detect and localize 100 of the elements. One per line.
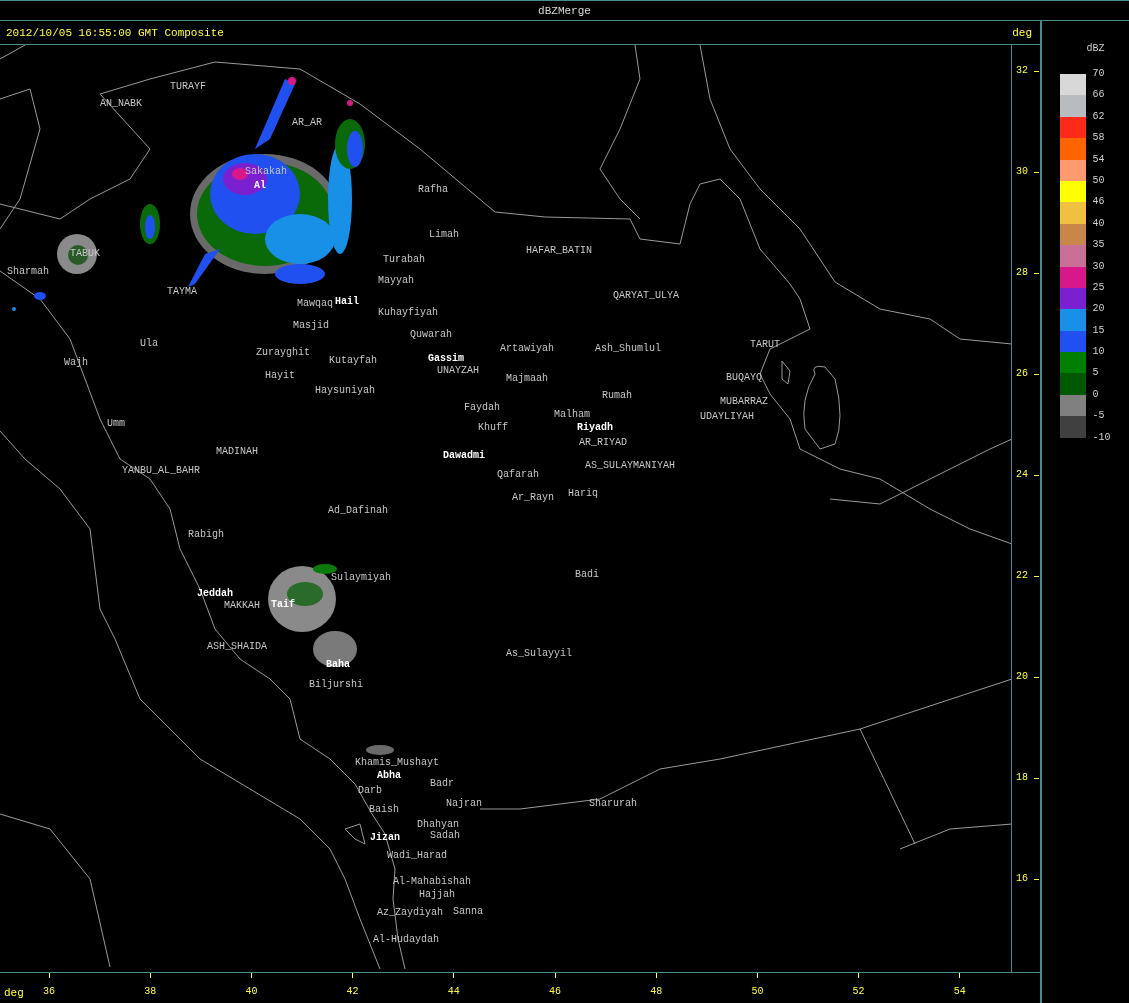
place-label: Dawadmi [443,450,485,461]
place-label: Limah [429,229,459,240]
place-label: MAKKAH [224,600,260,611]
axis-tick-label: 24 [1016,469,1028,481]
legend-label: 54 [1092,153,1106,167]
legend-title: dBZ [1086,43,1105,54]
axis-unit: deg [1012,26,1032,39]
place-label: Dhahyan [417,819,459,830]
axis-tick-label: 36 [43,986,55,997]
place-label: As_Sulayyil [506,648,572,659]
place-label: Turabah [383,254,425,265]
place-label: Hariq [568,488,598,499]
place-label: Badi [575,569,599,580]
place-label: Umm [107,418,125,429]
window-title: dBZMerge [538,4,591,17]
axis-tick-label: 50 [751,986,764,997]
place-label: Ula [140,338,158,349]
place-label: AN_NABK [100,98,142,109]
axis-tick-label: 16 [1016,873,1028,885]
place-label: Qafarah [497,469,539,480]
axis-tick-label: 26 [1016,368,1028,380]
legend-label: 5 [1092,367,1100,381]
place-label: Rumah [602,390,632,401]
legend-label: 25 [1092,281,1106,295]
place-label: AR_AR [292,117,322,128]
legend-label: 30 [1092,260,1106,274]
axis-tick-label: 22 [1016,570,1028,582]
legend-label: 46 [1092,196,1106,210]
place-label: Sharmah [7,266,49,277]
place-label: Abha [377,770,401,781]
axis-tick-label: 44 [447,986,460,997]
place-label: Malham [554,409,590,420]
place-label: Hajjah [419,889,455,900]
legend-label: 10 [1092,346,1106,360]
place-label: TURAYF [170,81,206,92]
place-label: Badr [430,778,454,789]
legend-label: -10 [1092,431,1111,445]
legend-label: 40 [1092,217,1106,231]
place-label: QARYAT_ULYA [613,290,679,301]
legend-label: 62 [1092,110,1106,124]
axis-tick-label: 20 [1016,671,1028,683]
place-label: Khuff [478,422,508,433]
place-label: Ash_Shumlul [595,343,661,354]
map-caption: 2012/10/05 16:55:00 GMT Composite [6,26,224,39]
place-label: Ad_Dafinah [328,505,388,516]
place-label: Jizan [370,832,400,843]
place-label: MADINAH [216,446,258,457]
place-label: TAYMA [167,286,197,297]
legend-label: 0 [1092,388,1100,402]
place-label: Rafha [418,184,448,195]
place-label: Gassim [428,353,464,364]
place-label: HAFAR_BATIN [526,245,592,256]
axis-tick-label: 38 [144,986,157,997]
place-label: Sulaymiyah [331,572,391,583]
place-label: Majmaah [506,373,548,384]
place-label: TARUT [750,339,780,350]
place-label: Baish [369,804,399,815]
legend-label: -5 [1092,410,1106,424]
axis-tick-label: 54 [953,986,966,997]
place-label: Najran [446,798,482,809]
place-label: Artawiyah [500,343,554,354]
axis-tick-label: 28 [1016,267,1028,279]
place-label: Mayyah [378,275,414,286]
place-label: AR_RIYAD [579,437,627,448]
legend-label: 70 [1092,68,1106,81]
place-label: Biljurshi [309,679,363,690]
place-label: Sadah [430,830,460,841]
place-label: Rabigh [188,529,224,540]
legend-label: 35 [1092,239,1106,253]
legend-label: 50 [1092,174,1106,188]
place-label: Al-Hudaydah [373,934,439,945]
axis-tick-label: 32 [1016,65,1028,77]
axis-tick-label: 48 [650,986,663,997]
axis-unit: deg [4,987,24,999]
place-label: Jeddah [197,588,233,599]
place-label: Khamis_Mushayt [355,757,439,768]
place-label: Taif [271,599,295,610]
place-label: Haysuniyah [315,385,375,396]
place-label: Wadi_Harad [387,850,447,861]
axis-tick-label: 18 [1016,772,1028,784]
axis-tick-label: 30 [1016,166,1028,178]
place-label: Az_Zaydiyah [377,907,443,918]
place-label: ASH_SHAIDA [207,641,267,652]
place-label: Hail [335,296,359,307]
place-label: Mawqaq [297,298,333,309]
legend-label: 15 [1092,324,1106,338]
radar-echo [12,292,46,311]
place-label: Al [254,180,266,191]
axis-tick-label: 52 [852,986,865,997]
place-label: UDAYLIYAH [700,411,754,422]
place-label: Sharurah [589,798,637,809]
place-label: Sanna [453,906,483,917]
legend-label: 66 [1092,89,1106,103]
place-label: BUQAYQ [726,372,762,383]
axis-tick-label: 46 [549,986,561,997]
axis-tick-label: 40 [245,986,258,997]
legend-label: 20 [1092,303,1106,317]
place-label: Zurayghit [256,347,310,358]
place-label: Wajh [64,357,88,368]
place-label: Masjid [293,320,329,331]
